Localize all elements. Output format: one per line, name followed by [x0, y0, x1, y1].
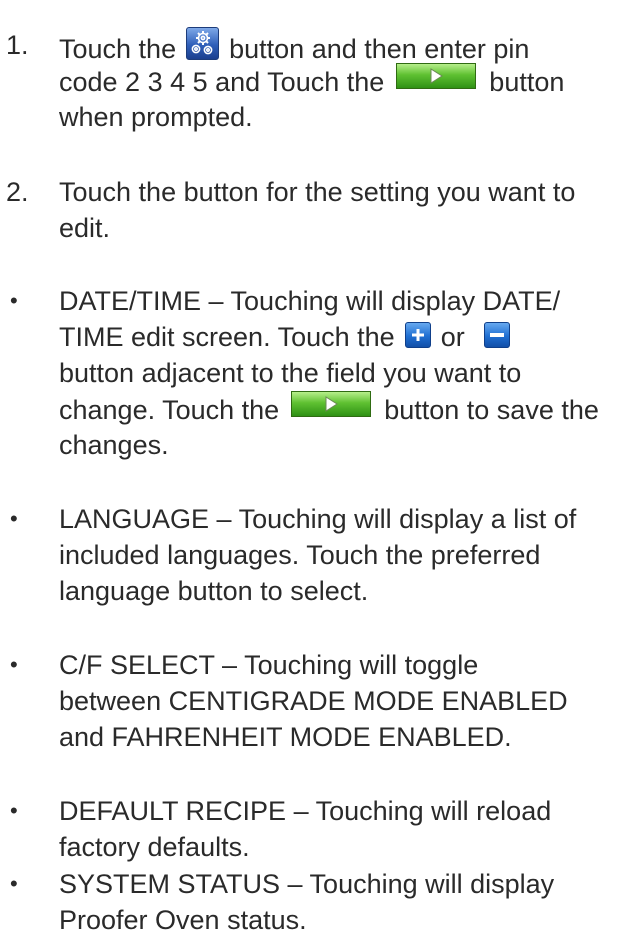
step-text-segment: button: [489, 67, 565, 97]
bullet-text-line: C/F SELECT – Touching will toggle: [59, 650, 479, 680]
next-button-icon: [395, 63, 476, 89]
bullet-text-line: between CENTIGRADE MODE ENABLED: [59, 686, 568, 716]
bullet-marker: •: [10, 288, 18, 313]
step-text-segment: Touch the: [59, 34, 177, 64]
plus-icon: [412, 329, 425, 341]
play-arrow-icon: [325, 396, 338, 412]
bullet-text-line: DEFAULT RECIPE – Touching will reload: [59, 796, 552, 826]
step-text-line: edit.: [59, 213, 111, 243]
step-text-segment: code 2 3 4 5 and Touch the: [59, 67, 385, 97]
play-arrow-icon: [430, 68, 443, 84]
bullet-text-line: language button to select.: [59, 576, 369, 606]
bullet-text-line: DATE/TIME – Touching will display DATE/: [59, 286, 561, 316]
bullet-marker: •: [10, 798, 18, 823]
step-1: 1. Touch the button and then enter pin c…: [0, 27, 629, 135]
bullet-text: C/F SELECT – Touching will toggle betwee…: [59, 647, 625, 755]
bullet-text: SYSTEM STATUS – Touching will display Pr…: [59, 866, 625, 938]
gear-icon: [191, 31, 213, 55]
bullet-marker: •: [10, 652, 18, 677]
settings-button-icon: [185, 27, 219, 60]
bullet-text-segment: or: [440, 322, 465, 352]
bullet-text-line: SYSTEM STATUS – Touching will display: [59, 869, 555, 899]
bullet-text-line: and FAHRENHEIT MODE ENABLED.: [59, 722, 512, 752]
bullet-text-segment: TIME edit screen. Touch the: [59, 322, 395, 352]
bullet-text-line: LANGUAGE – Touching will display a list …: [59, 504, 577, 534]
step-text: Touch the button and then enter pin code…: [59, 27, 625, 135]
bullet-date-time: • DATE/TIME – Touching will display DATE…: [0, 283, 629, 463]
bullet-text-segment: change. Touch the: [59, 395, 280, 425]
step-text-line: Touch the button for the setting you wan…: [59, 177, 576, 207]
bullet-marker: •: [10, 871, 18, 896]
next-button-icon: [290, 391, 371, 417]
bullet-text-line: button adjacent to the field you want to: [59, 358, 522, 388]
bullet-default-recipe: • DEFAULT RECIPE – Touching will reload …: [0, 793, 629, 865]
bullet-language: • LANGUAGE – Touching will display a lis…: [0, 501, 629, 609]
step-number: 1.: [6, 30, 29, 60]
bullet-text-segment: button to save the: [384, 395, 599, 425]
bullet-system-status: • SYSTEM STATUS – Touching will display …: [0, 866, 629, 938]
bullet-text-line: changes.: [59, 430, 169, 460]
bullet-cf-select: • C/F SELECT – Touching will toggle betw…: [0, 647, 629, 755]
bullet-text: DEFAULT RECIPE – Touching will reload fa…: [59, 793, 625, 865]
bullet-text: DATE/TIME – Touching will display DATE/ …: [59, 283, 625, 463]
bullet-text-line: included languages. Touch the preferred: [59, 540, 541, 570]
minus-icon: [490, 333, 505, 337]
bullet-marker: •: [10, 506, 18, 531]
plus-button-icon: [405, 322, 432, 348]
step-text: Touch the button for the setting you wan…: [59, 174, 625, 246]
bullet-text-line: factory defaults.: [59, 832, 250, 862]
step-number: 2.: [6, 177, 29, 207]
instruction-page: 1. Touch the button and then enter pin c…: [0, 0, 629, 935]
step-2: 2. Touch the button for the setting you …: [0, 174, 629, 246]
bullet-text: LANGUAGE – Touching will display a list …: [59, 501, 625, 609]
minus-button-icon: [484, 322, 511, 348]
bullet-text-line: Proofer Oven status.: [59, 905, 307, 935]
step-text-line: when prompted.: [59, 102, 253, 132]
step-text-segment: button and then enter pin: [229, 34, 530, 64]
